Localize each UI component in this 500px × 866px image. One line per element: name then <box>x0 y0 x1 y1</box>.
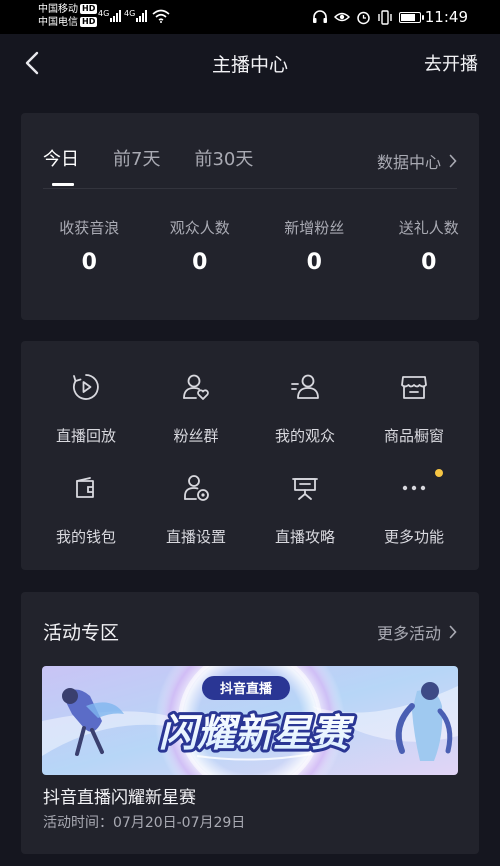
feature-label: 直播攻略 <box>274 528 335 546</box>
feature-label: 更多功能 <box>383 528 444 546</box>
divider <box>43 188 457 189</box>
network-type-2: 4G <box>124 9 136 18</box>
banner-headline: 闪耀新星赛 <box>159 711 355 755</box>
eye-icon <box>333 12 350 22</box>
feature-more[interactable]: 更多功能 <box>357 472 471 547</box>
feature-live-guide[interactable]: 直播攻略 <box>248 472 362 547</box>
stat-label: 观众人数 <box>169 219 230 237</box>
feature-label: 直播设置 <box>165 528 226 546</box>
banner-brand-text: 抖音直播 <box>220 681 273 697</box>
stat-new-fans[interactable]: 新增粉丝 0 <box>250 217 365 275</box>
hd-badge: HD <box>80 17 98 27</box>
stat-gifters[interactable]: 送礼人数 0 <box>365 217 480 275</box>
feature-live-replay[interactable]: 直播回放 <box>29 371 143 446</box>
status-bar: 中国移动 HD 中国电信 HD 4G 4G 11:49 <box>0 0 500 34</box>
stat-value: 0 <box>421 250 437 275</box>
stat-value: 0 <box>81 250 97 275</box>
alarm-icon <box>357 11 370 24</box>
feature-my-audience[interactable]: 我的观众 <box>248 371 362 446</box>
more-activities-link[interactable]: 更多活动 <box>377 620 457 644</box>
stat-label: 新增粉丝 <box>284 219 345 237</box>
event-banner-image: 抖音直播 闪耀新星赛 闪耀新星赛 <box>42 666 458 775</box>
stat-value: 0 <box>306 250 322 275</box>
wifi-icon <box>152 9 170 23</box>
stat-viewers[interactable]: 观众人数 0 <box>136 217 251 275</box>
headset-icon <box>312 10 327 23</box>
live-settings-icon <box>184 475 209 501</box>
feature-fan-group[interactable]: 粉丝群 <box>139 371 253 446</box>
more-icon <box>402 485 426 491</box>
signal-icon <box>136 10 147 22</box>
event-name[interactable]: 抖音直播闪耀新星赛 <box>43 783 196 808</box>
tab-30-days[interactable]: 前30天 <box>194 145 253 171</box>
stats-card: 今日 前7天 前30天 数据中心 收获音浪 0 观众人数 0 新增粉丝 0 送礼… <box>21 113 479 320</box>
feature-label: 我的钱包 <box>55 528 116 546</box>
tab-7-days[interactable]: 前7天 <box>113 145 160 171</box>
feature-my-wallet[interactable]: 我的钱包 <box>29 472 143 547</box>
fan-group-icon <box>183 374 209 400</box>
guide-icon <box>292 478 318 500</box>
features-card: 直播回放 粉丝群 我的观众 商品橱窗 我的钱包 直播设置 直播攻略 更多功能 <box>21 341 479 570</box>
event-banner[interactable]: 抖音直播 闪耀新星赛 闪耀新星赛 <box>42 666 458 775</box>
feature-label: 商品橱窗 <box>383 427 444 445</box>
data-center-label: 数据中心 <box>376 153 441 172</box>
shop-window-icon <box>401 376 427 399</box>
data-center-link[interactable]: 数据中心 <box>377 149 457 173</box>
chevron-right-icon <box>449 154 457 168</box>
more-activities-label: 更多活动 <box>376 624 441 643</box>
vibrate-icon <box>378 9 392 25</box>
go-live-button[interactable]: 去开播 <box>424 50 478 76</box>
stat-label: 收获音浪 <box>59 219 120 237</box>
features-grid: 直播回放 粉丝群 我的观众 商品橱窗 我的钱包 直播设置 直播攻略 更多功能 <box>21 341 479 570</box>
feature-shop-window[interactable]: 商品橱窗 <box>357 371 471 446</box>
replay-icon <box>73 374 99 400</box>
stats-grid: 收获音浪 0 观众人数 0 新增粉丝 0 送礼人数 0 <box>21 217 479 275</box>
chevron-right-icon <box>449 625 457 639</box>
stat-label: 送礼人数 <box>398 219 459 237</box>
period-tabs: 今日 前7天 前30天 <box>43 145 287 171</box>
nav-bar: 主播中心 去开播 <box>0 34 500 92</box>
active-tab-indicator <box>52 183 74 186</box>
tab-today[interactable]: 今日 <box>43 145 79 171</box>
status-time: 11:49 <box>424 8 468 26</box>
feature-label: 粉丝群 <box>173 427 219 445</box>
stat-value: 0 <box>192 250 208 275</box>
carrier-2: 中国电信 <box>38 17 78 28</box>
feature-live-settings[interactable]: 直播设置 <box>139 472 253 547</box>
battery-icon <box>398 11 424 23</box>
network-type-1: 4G <box>98 9 110 18</box>
activity-card: 活动专区 更多活动 抖音直播 闪耀新星赛 闪耀新星赛 抖音直播闪耀新星赛 活动时… <box>21 592 479 854</box>
hd-badge: HD <box>80 4 98 14</box>
feature-label: 直播回放 <box>55 427 116 445</box>
stat-sound-waves[interactable]: 收获音浪 0 <box>21 217 136 275</box>
signal-icon <box>110 10 121 22</box>
carrier-1: 中国移动 <box>38 4 78 15</box>
audience-icon <box>291 374 319 399</box>
event-time: 活动时间：07月20日-07月29日 <box>43 815 246 831</box>
carrier-info: 中国移动 HD 中国电信 HD <box>38 3 98 29</box>
section-title: 活动专区 <box>43 622 120 644</box>
notification-dot <box>435 469 443 477</box>
feature-label: 我的观众 <box>274 427 335 445</box>
wallet-icon <box>76 477 94 498</box>
